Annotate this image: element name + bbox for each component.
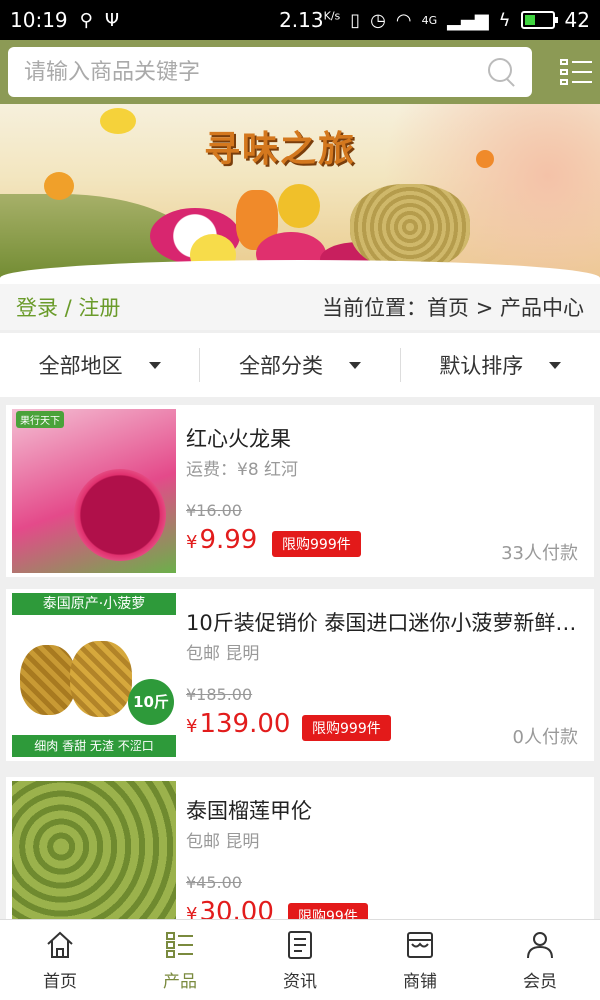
product-shipping: 包邮 昆明	[186, 832, 260, 852]
category-menu-icon[interactable]	[560, 56, 592, 88]
caret-down-icon	[348, 361, 361, 369]
orange-image	[44, 172, 74, 200]
search-icon[interactable]	[488, 58, 516, 86]
purchase-limit-badge: 限购999件	[302, 715, 391, 741]
status-bar: 10:19 ⚲ Ψ 2.13K/s ▯ ◷ ◠ 4G ▂▄▆ ϟ 42	[0, 0, 600, 40]
product-image-caption: 细肉 香甜 无渣 不涩口	[12, 735, 176, 757]
bottom-tab-bar: 首页 产品 资讯 商铺 会员	[0, 919, 600, 1000]
search-box[interactable]	[8, 47, 532, 97]
filter-category[interactable]: 全部分类	[199, 348, 399, 382]
alarm-icon: ◷	[370, 9, 386, 31]
product-original-price: ¥16.00	[186, 501, 242, 520]
payment-count: 0人付款	[512, 727, 578, 748]
filter-bar: 全部地区 全部分类 默认排序	[0, 333, 600, 397]
mango-image	[278, 184, 320, 228]
product-price: ¥139.00	[186, 709, 291, 739]
search-input[interactable]	[24, 59, 488, 85]
login-register-link[interactable]: 登录 / 注册	[16, 292, 120, 322]
vibrate-icon: ▯	[350, 9, 361, 31]
network-type: 4G	[421, 13, 438, 27]
purchase-limit-badge: 限购999件	[272, 531, 361, 557]
tab-products[interactable]: 产品	[120, 920, 240, 1000]
banner-title: 寻味之旅	[204, 128, 357, 170]
product-price: ¥9.99	[186, 525, 258, 555]
promo-banner[interactable]: 寻味之旅	[0, 104, 600, 284]
user-icon	[527, 931, 553, 958]
charging-icon: ϟ	[498, 9, 511, 31]
battery-level: 42	[564, 8, 590, 32]
caret-down-icon	[549, 361, 562, 369]
status-time: 10:19	[10, 8, 68, 32]
breadcrumb: 当前位置：首页 > 产品中心	[322, 296, 584, 320]
product-name: 泰国榴莲甲伦	[186, 799, 312, 823]
filter-region[interactable]: 全部地区	[0, 348, 199, 382]
product-image-logo: 果行天下	[16, 411, 64, 428]
battery-icon	[520, 11, 558, 29]
orange-image	[476, 150, 494, 168]
filter-sort[interactable]: 默认排序	[399, 348, 600, 382]
product-original-price: ¥185.00	[186, 685, 253, 704]
usb-icon: Ψ	[104, 9, 119, 31]
product-name: 10斤装促销价 泰国进口迷你小菠萝新鲜水果	[186, 611, 586, 635]
news-icon	[288, 930, 312, 959]
product-image-banner: 泰国原产·小菠萝	[12, 593, 176, 615]
product-shipping: 包邮 昆明	[186, 644, 260, 664]
breadcrumb-bar: 登录 / 注册 当前位置：首页 > 产品中心	[0, 284, 600, 330]
product-image: 果行天下	[12, 409, 176, 573]
caret-down-icon	[148, 361, 161, 369]
network-speed: 2.13K/s	[279, 8, 341, 32]
product-card[interactable]: 果行天下 红心火龙果 运费：¥8 红河 ¥16.00 ¥9.99 限购999件 …	[6, 405, 594, 577]
tab-news[interactable]: 资讯	[240, 920, 360, 1000]
share-icon: ⚲	[79, 9, 93, 31]
tab-shops[interactable]: 商铺	[360, 920, 480, 1000]
product-card[interactable]: 泰国原产·小菠萝 10斤 细肉 香甜 无渣 不涩口 10斤装促销价 泰国进口迷你…	[6, 589, 594, 761]
signal-icon: ▂▄▆	[447, 9, 489, 31]
header	[0, 40, 600, 104]
product-name: 红心火龙果	[186, 427, 291, 451]
lemon-image	[100, 108, 136, 134]
tab-member[interactable]: 会员	[480, 920, 600, 1000]
shop-icon	[407, 931, 433, 958]
product-image: 泰国原产·小菠萝 10斤 细肉 香甜 无渣 不涩口	[12, 593, 176, 757]
product-original-price: ¥45.00	[186, 873, 242, 892]
home-icon	[47, 931, 73, 958]
tab-home[interactable]: 首页	[0, 920, 120, 1000]
product-image-badge: 10斤	[128, 679, 174, 725]
list-icon	[166, 931, 193, 958]
wifi-icon: ◠	[395, 9, 412, 31]
product-shipping: 运费：¥8 红河	[186, 460, 299, 480]
payment-count: 33人付款	[501, 543, 578, 564]
durian-image	[350, 184, 470, 270]
